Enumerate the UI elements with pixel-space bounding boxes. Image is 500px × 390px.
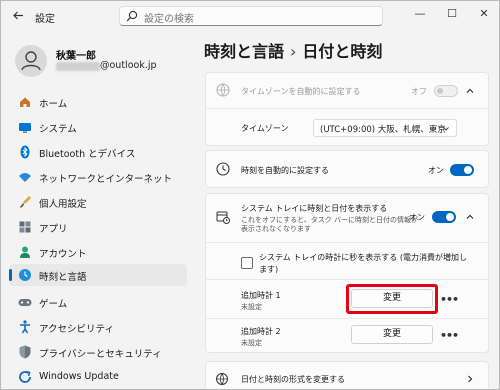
breadcrumb-separator: › (290, 42, 297, 61)
divider (205, 242, 489, 243)
sidebar-item-label: 時刻と言語 (39, 272, 87, 283)
timezone-label: タイムゾーン (241, 124, 289, 133)
person-icon (21, 51, 41, 71)
sidebar-item-label: プライバシーとセキュリティ (39, 349, 162, 360)
home-icon (20, 97, 30, 107)
show-seconds-label: システム トレイの時計に秒を表示する (電力消費が増加し (259, 253, 467, 262)
tray-clock-description: 表示されなくなります (241, 225, 311, 233)
shield-icon (19, 345, 31, 359)
sidebar-item-label: アクセシビリティ (39, 324, 114, 335)
back-arrow-icon[interactable] (13, 11, 24, 20)
user-name: 秋葉一郎 (56, 51, 96, 62)
format-label: 日付と時刻の形式を変更する (241, 375, 345, 384)
sidebar-item-apps[interactable]: アプリ (9, 216, 187, 238)
sidebar-item-label: 個人用設定 (39, 199, 87, 210)
sidebar-item-label: ホーム (39, 99, 68, 110)
update-icon (19, 370, 31, 383)
sidebar-item-gaming[interactable]: ゲーム (9, 291, 187, 313)
auto-time-label: 時刻を自動的に設定する (241, 166, 329, 175)
toggle-knob (446, 213, 454, 221)
show-seconds-label: ます) (259, 265, 279, 274)
divider (205, 108, 489, 109)
page-title: 日付と時刻 (302, 42, 383, 61)
breadcrumb-parent[interactable]: 時刻と言語 (204, 42, 284, 61)
avatar[interactable] (15, 45, 47, 77)
toggle-knob (464, 166, 472, 174)
email-redacted (56, 62, 100, 71)
tray-clock-label: システム トレイに時刻と日付を表示する (241, 204, 388, 213)
sidebar-item-home[interactable]: ホーム (9, 91, 187, 113)
settings-window: 設定 設定の検索 — ☐ ✕ 秋葉一郎 @outlook.jp ホーム システム… (0, 0, 500, 390)
tray-clock-state: オン (409, 213, 425, 222)
close-button[interactable]: ✕ (469, 5, 499, 23)
sidebar-item-label: システム (39, 124, 77, 135)
clock2-more-button[interactable]: ••• (440, 329, 459, 342)
sidebar-item-label: Bluetooth とデバイス (39, 149, 136, 160)
chevron-down-icon (443, 127, 449, 131)
title-bar: 設定 設定の検索 — ☐ ✕ (1, 1, 499, 31)
sidebar-item-label: Windows Update (39, 371, 119, 382)
clock1-status: 未設定 (241, 303, 262, 311)
sidebar-item-accessibility[interactable]: アクセシビリティ (9, 316, 187, 338)
search-placeholder: 設定の検索 (144, 14, 194, 25)
apps-icon (19, 221, 31, 233)
auto-time-state: オン (428, 166, 444, 175)
minimize-button[interactable]: — (405, 5, 435, 23)
sidebar-item-label: ネットワークとインターネット (39, 174, 173, 185)
divider (205, 279, 489, 280)
brush-icon (19, 196, 31, 208)
chevron-up-icon[interactable] (465, 86, 475, 96)
timezone-dropdown[interactable]: (UTC+09:00) 大阪、札幌、東京 (313, 119, 457, 137)
sidebar-item-bluetooth[interactable]: Bluetooth とデバイス (9, 141, 187, 163)
highlight-box (346, 284, 438, 314)
app-title: 設定 (35, 14, 55, 25)
active-indicator (9, 269, 12, 281)
person-icon (20, 246, 30, 258)
tray-clock-toggle[interactable] (432, 211, 456, 223)
search-icon (126, 10, 138, 22)
divider (205, 318, 489, 319)
clock1-more-button[interactable]: ••• (440, 293, 459, 306)
sidebar-item-label: ゲーム (39, 299, 68, 310)
clock2-status: 未設定 (241, 339, 262, 347)
sidebar-item-accounts[interactable]: アカウント (9, 241, 187, 263)
auto-time-toggle[interactable] (450, 164, 474, 176)
auto-timezone-label: タイムゾーンを自動的に設定する (241, 87, 361, 96)
timezone-value: (UTC+09:00) 大阪、札幌、東京 (320, 125, 446, 135)
clock2-label: 追加時計 2 (241, 327, 281, 336)
monitor-icon (19, 123, 31, 133)
search-input[interactable]: 設定の検索 (119, 6, 383, 26)
clock1-label: 追加時計 1 (241, 291, 281, 300)
sidebar-item-label: アカウント (39, 249, 87, 260)
maximize-button[interactable]: ☐ (437, 5, 467, 23)
gamepad-icon (18, 299, 32, 306)
chevron-right-icon (468, 375, 473, 383)
sidebar-item-windows-update[interactable]: Windows Update (9, 366, 187, 388)
wifi-icon (19, 173, 31, 182)
toggle-knob (437, 88, 443, 94)
sidebar-item-privacy[interactable]: プライバシーとセキュリティ (9, 341, 187, 363)
sidebar-item-network[interactable]: ネットワークとインターネット (9, 166, 187, 188)
calendar-clock-icon (216, 211, 230, 224)
globe-clock-icon (19, 269, 31, 281)
show-seconds-checkbox[interactable] (241, 257, 253, 269)
auto-timezone-state: オフ (411, 87, 427, 96)
sidebar-item-label: アプリ (39, 224, 68, 235)
bluetooth-icon (20, 145, 30, 159)
sidebar-item-time-language[interactable]: 時刻と言語 (9, 264, 187, 286)
user-email: @outlook.jp (100, 60, 157, 71)
globe-clock-icon (216, 83, 230, 97)
clock2-change-button[interactable]: 変更 (351, 325, 433, 344)
globe-clock-icon (216, 373, 228, 385)
breadcrumb: 時刻と言語 › 日付と時刻 (204, 38, 382, 62)
accessibility-icon (20, 320, 30, 334)
chevron-up-icon[interactable] (465, 212, 475, 222)
auto-timezone-toggle (434, 85, 458, 97)
clock-icon (216, 162, 230, 176)
sidebar-item-system[interactable]: システム (9, 116, 187, 138)
sidebar-item-personalization[interactable]: 個人用設定 (9, 191, 187, 213)
